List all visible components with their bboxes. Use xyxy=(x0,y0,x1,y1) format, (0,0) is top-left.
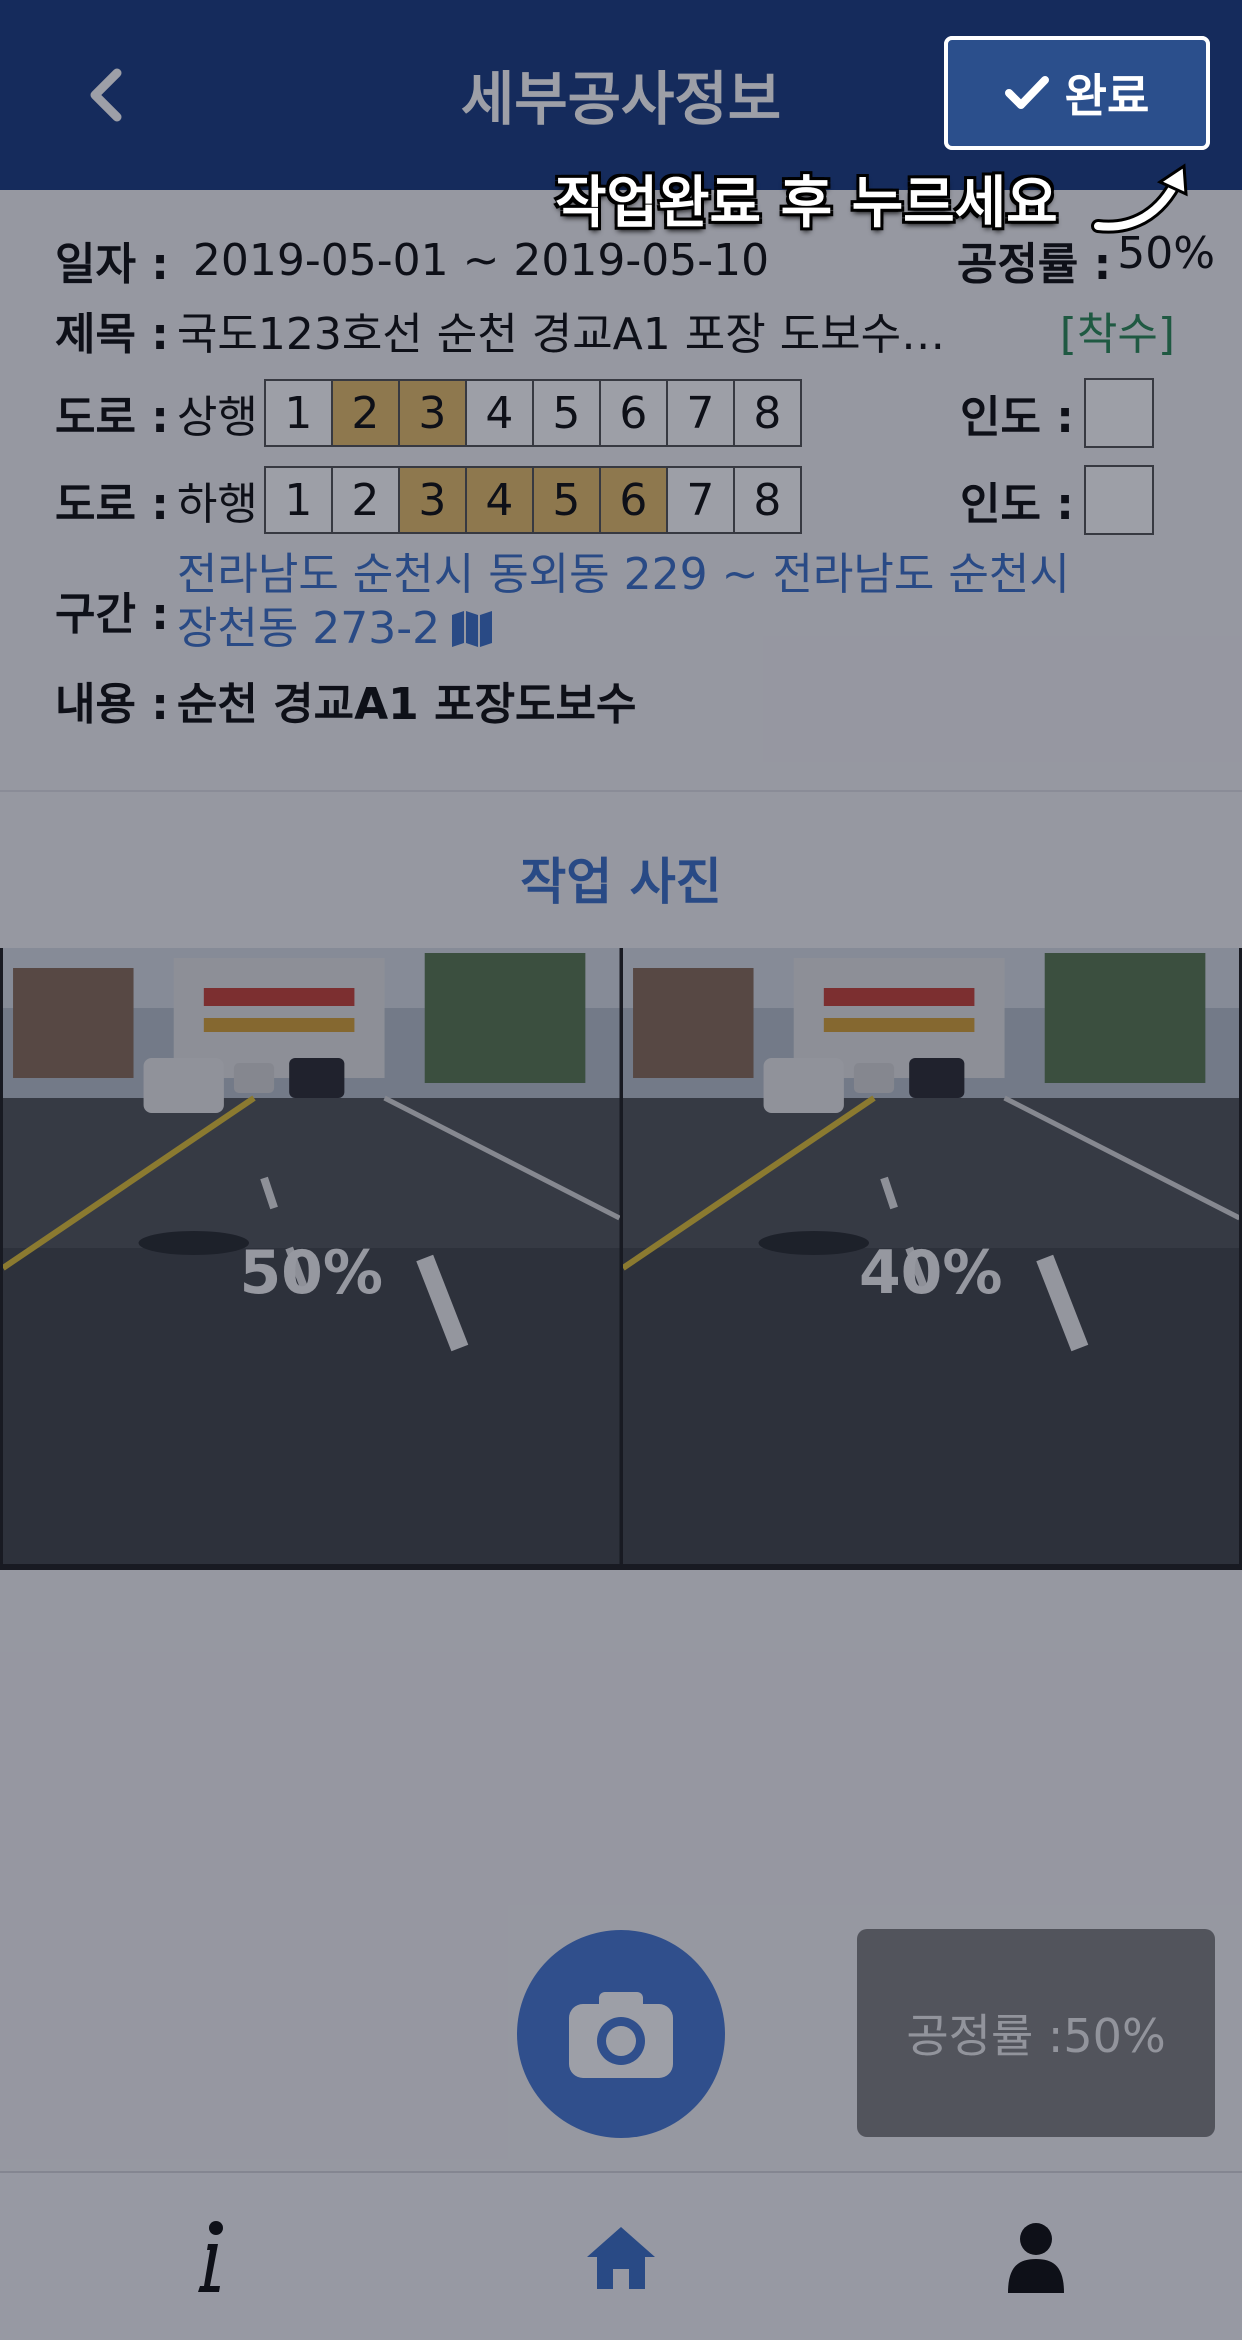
content-value: 순천 경교A1 포장도보수 xyxy=(176,679,637,730)
photo-strip: 50% 40% xyxy=(0,948,1242,1570)
photo-percent: 40% xyxy=(858,1238,1003,1308)
lane-cell[interactable]: 3 xyxy=(397,466,467,534)
coach-hint: 작업완료 후 누르세요 xyxy=(555,171,1058,236)
title-row: 제목 : 국도123호선 순천 경교A1 포장 도보수… [착수] xyxy=(55,300,1215,360)
section-line2: 장천동 273-2 xyxy=(176,603,441,654)
map-icon xyxy=(452,611,493,647)
sidewalk-down: 인도 : xyxy=(960,465,1154,535)
status-badge: [착수] xyxy=(1059,309,1175,360)
up-lane-grid: 12345678 xyxy=(263,379,802,447)
check-icon xyxy=(1004,76,1049,109)
sidewalk-up-box[interactable] xyxy=(1083,378,1154,448)
lane-cell[interactable]: 4 xyxy=(464,466,534,534)
tab-info[interactable] xyxy=(160,2213,260,2303)
section-divider xyxy=(0,790,1242,792)
photos-title: 작업 사진 xyxy=(520,853,722,911)
up-label: 상행 xyxy=(176,392,258,443)
sidewalk-label: 인도 : xyxy=(960,479,1074,530)
title-label: 제목 : xyxy=(55,309,169,360)
content-row: 내용 : 순천 경교A1 포장도보수 xyxy=(55,670,1215,730)
lane-cell[interactable]: 7 xyxy=(665,466,735,534)
road-label: 도로 : xyxy=(55,392,169,443)
road-down-row: 도로 : 하행 12345678 xyxy=(55,465,802,535)
lane-cell[interactable]: 2 xyxy=(330,466,400,534)
road-up-row: 도로 : 상행 12345678 xyxy=(55,378,802,448)
lane-cell[interactable]: 3 xyxy=(397,379,467,447)
section-label: 구간 : xyxy=(55,589,169,640)
coach-done-button[interactable]: 완료 xyxy=(944,36,1210,150)
road-label: 도로 : xyxy=(55,479,169,530)
home-icon xyxy=(587,2227,655,2289)
tab-home[interactable] xyxy=(571,2213,671,2303)
work-photo[interactable]: 50% xyxy=(3,948,620,1564)
date-row: 일자 : 2019-05-01 ~ 2019-05-10 공정률 : 50% xyxy=(55,228,1215,290)
lane-cell[interactable]: 6 xyxy=(598,466,668,534)
down-lane-grid: 12345678 xyxy=(263,466,802,534)
work-photo[interactable]: 40% xyxy=(622,948,1239,1564)
lane-cell[interactable]: 8 xyxy=(732,379,802,447)
progress-box[interactable]: 공정률 :50% xyxy=(857,1929,1215,2137)
sidewalk-up: 인도 : xyxy=(960,378,1154,448)
lane-cell[interactable]: 5 xyxy=(531,466,601,534)
down-label: 하행 xyxy=(176,479,258,530)
sidewalk-label: 인도 : xyxy=(960,392,1074,443)
title-value: 국도123호선 순천 경교A1 포장 도보수… xyxy=(176,309,946,360)
content-label: 내용 : xyxy=(55,679,169,730)
lane-cell[interactable]: 8 xyxy=(732,466,802,534)
section-row: 구간 : 전라남도 순천시 동외동 229 ~ 전라남도 순천시 장천동 273… xyxy=(55,548,1215,656)
lane-cell[interactable]: 5 xyxy=(531,379,601,447)
info-icon xyxy=(198,2221,223,2292)
tab-user[interactable] xyxy=(986,2213,1086,2303)
bottom-tab-bar xyxy=(0,2171,1242,2340)
lane-cell[interactable]: 1 xyxy=(263,466,333,534)
sidewalk-down-box[interactable] xyxy=(1083,465,1154,535)
lane-cell[interactable]: 6 xyxy=(598,379,668,447)
lane-cell[interactable]: 1 xyxy=(263,379,333,447)
date-label: 일자 : xyxy=(55,239,169,290)
user-icon xyxy=(1008,2223,1064,2293)
lane-cell[interactable]: 2 xyxy=(330,379,400,447)
photo-percent: 50% xyxy=(239,1238,384,1308)
section-line1: 전라남도 순천시 동외동 229 ~ 전라남도 순천시 xyxy=(176,549,1070,600)
camera-button[interactable] xyxy=(517,1930,725,2138)
section-link[interactable]: 전라남도 순천시 동외동 229 ~ 전라남도 순천시 장천동 273-2 xyxy=(177,548,1070,656)
done-label: 완료 xyxy=(1064,69,1150,123)
date-value: 2019-05-01 ~ 2019-05-10 xyxy=(192,234,770,286)
lane-cell[interactable]: 4 xyxy=(464,379,534,447)
camera-icon xyxy=(569,1992,673,2078)
curved-arrow-icon xyxy=(1091,163,1188,234)
lane-cell[interactable]: 7 xyxy=(665,379,735,447)
